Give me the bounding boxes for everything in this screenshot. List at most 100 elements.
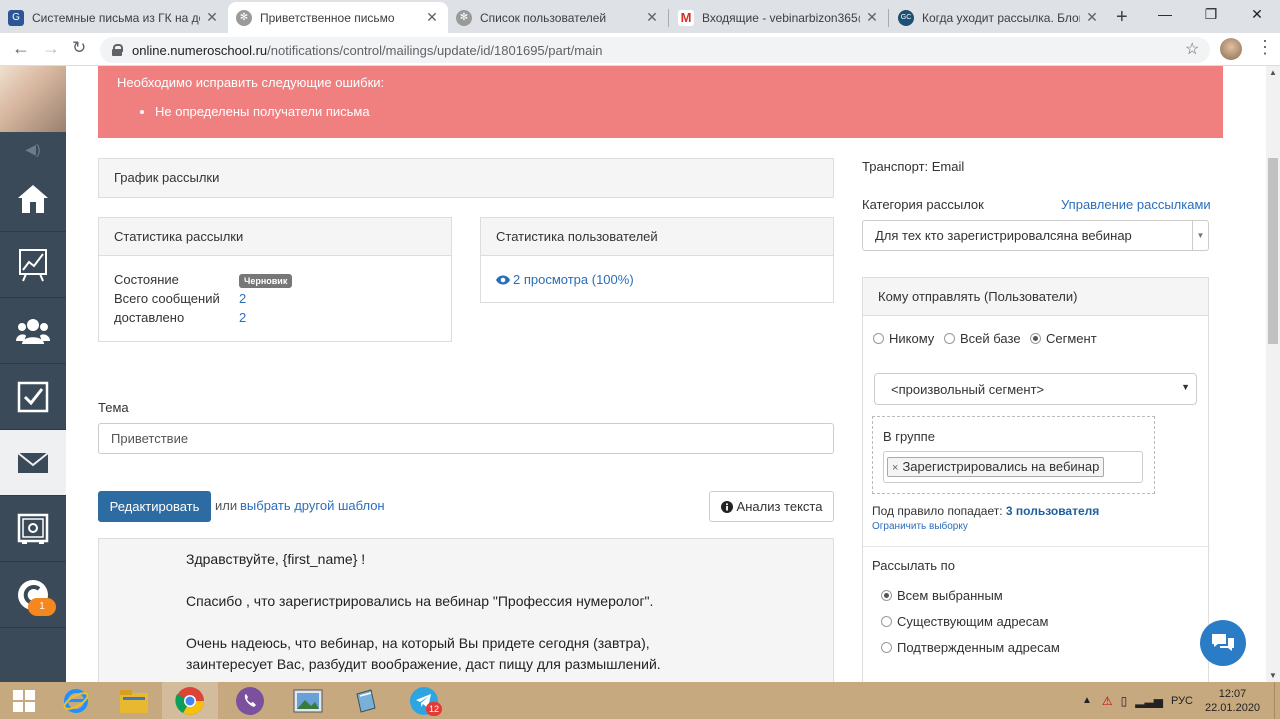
chat-widget-button[interactable] [1200,620,1246,666]
profile-avatar[interactable] [1220,38,1242,60]
restore-button[interactable]: ❐ [1188,0,1234,30]
delivered-value-link[interactable]: 2 [239,310,246,325]
close-tab-icon[interactable]: ✕ [1084,9,1100,26]
tab-user-list[interactable]: ✻ Список пользователей ✕ [448,2,668,33]
remove-tag-icon[interactable]: × [892,462,898,474]
error-item: Не определены получатели письма [155,104,1204,119]
site-favicon-icon: ✻ [456,9,472,26]
tab-title: Когда уходит рассылка. Блог G [922,10,1080,25]
radio-checked-icon [881,590,892,601]
start-button[interactable] [0,682,48,719]
manage-mailings-link[interactable]: Управление рассылками [1061,197,1211,212]
scroll-up-icon[interactable]: ▲ [1269,68,1277,77]
total-value-link[interactable]: 2 [239,291,246,306]
limit-selection-link[interactable]: Ограничить выборку [872,521,968,532]
taskbar-explorer[interactable] [106,682,162,719]
tab-gmail-inbox[interactable]: M Входящие - vebinarbizon365@ ✕ [670,2,888,33]
browser-tab-bar: G Системные письма из ГК на до ✕ ✻ Приве… [0,0,1280,33]
network-warning-icon[interactable]: ⚠ [1102,694,1113,708]
or-text: или [215,498,238,513]
taskbar-photos[interactable] [280,682,336,719]
user-stats-panel: Статистика пользователей 2 просмотра (10… [480,217,834,303]
letter-greeting: Здравствуйте, {first_name} ! [186,551,366,567]
analyze-text-button[interactable]: Анализ текста [709,491,834,522]
scroll-down-icon[interactable]: ▼ [1269,671,1277,680]
battery-icon[interactable]: ▯ [1121,694,1128,708]
taskbar-chrome[interactable] [162,682,218,719]
close-tab-icon[interactable]: ✕ [864,9,880,26]
close-tab-icon[interactable]: ✕ [644,9,660,26]
close-tab-icon[interactable]: ✕ [204,9,220,26]
radio-label: Существующим адресам [897,614,1049,629]
notebook-icon [356,688,376,713]
browser-menu-icon[interactable]: ⋮ [1256,37,1274,58]
views-link[interactable]: 2 просмотра (100%) [496,272,634,287]
group-tag-input[interactable]: × Зарегистрировались на вебинар [883,451,1143,483]
mailing-stats-title: Статистика рассылки [99,218,451,256]
page-scrollbar[interactable]: ▲ ▼ [1266,66,1280,682]
sidebar-item-home[interactable] [0,166,66,232]
sidebar-item-safe[interactable] [0,496,66,562]
url-path: /notifications/control/mailings/update/i… [267,42,603,58]
analyze-label: Анализ текста [736,499,823,514]
signal-icon[interactable]: ▂▃▅ [1135,694,1163,708]
rule-summary: Под правило попадает: 3 пользователя [872,504,1099,518]
reload-icon[interactable]: ↻ [72,38,86,58]
segment-value: <произвольный сегмент> [891,381,1045,397]
category-select[interactable]: Для тех кто зарегистрировалсяна вебинар … [862,220,1209,251]
taskbar-viber[interactable] [222,682,278,719]
recipients-title: Кому отправлять (Пользователи) [863,278,1208,316]
subject-input[interactable]: Приветствие [98,423,834,454]
back-icon[interactable]: ← [12,38,30,59]
radio-label: Подтвержденным адресам [897,640,1060,655]
forward-icon[interactable]: → [42,38,60,59]
close-window-button[interactable]: ✕ [1234,0,1280,30]
scroll-thumb[interactable] [1268,158,1278,344]
choose-template-link[interactable]: выбрать другой шаблон [240,498,385,513]
sidebar-item-users[interactable] [0,298,66,364]
radio-segment[interactable]: Сегмент [1030,331,1097,346]
category-value: Для тех кто зарегистрировалсяна вебинар [875,228,1132,243]
sound-icon[interactable]: ◀) [0,132,66,166]
show-desktop-button[interactable] [1274,682,1276,719]
taskbar-telegram[interactable]: 12 [396,682,452,719]
tab-welcome-letter[interactable]: ✻ Приветственное письмо ✕ [228,2,448,33]
segment-select[interactable]: <произвольный сегмент> ▼ [874,373,1197,405]
radio-icon [873,333,884,344]
viber-icon [236,686,264,715]
radio-send-all[interactable]: Всем выбранным [881,588,1003,603]
close-tab-icon[interactable]: ✕ [424,9,440,26]
taskbar-ie[interactable] [48,682,104,719]
sidebar-item-tasks[interactable] [0,364,66,430]
schedule-panel[interactable]: График рассылки [98,158,834,198]
group-label: В группе [883,429,935,444]
tray-expand-icon[interactable]: ▲ [1082,695,1092,706]
radio-send-existing[interactable]: Существующим адресам [881,614,1048,629]
envelope-icon [17,451,49,473]
rule-count-link[interactable]: 3 пользователя [1006,504,1099,518]
radio-label: Сегмент [1046,331,1097,346]
divider [863,546,1210,547]
tab-system-letters[interactable]: G Системные письма из ГК на до ✕ [0,2,228,33]
user-avatar[interactable] [0,66,66,132]
radio-none[interactable]: Никому [873,331,934,346]
bookmark-star-icon[interactable]: ☆ [1185,39,1199,59]
new-tab-button[interactable]: + [1116,6,1128,29]
mailing-stats-panel: Статистика рассылки Состояние Черновик В… [98,217,452,342]
tab-blog[interactable]: GC Когда уходит рассылка. Блог G ✕ [890,2,1108,33]
edit-button[interactable]: Редактировать [98,491,211,522]
language-indicator[interactable]: РУС [1171,695,1193,707]
letter-preview[interactable]: Здравствуйте, {first_name} ! Спасибо , ч… [98,538,834,682]
tab-title: Список пользователей [480,10,607,25]
radio-all[interactable]: Всей базе [944,331,1021,346]
taskbar-notes[interactable] [338,682,394,719]
radio-send-confirmed[interactable]: Подтвержденным адресам [881,640,1060,655]
sidebar-item-messages[interactable] [0,430,66,496]
chrome-icon [175,686,204,715]
clock[interactable]: 12:07 22.01.2020 [1205,687,1260,715]
sidebar-item-chat[interactable]: 1 [0,562,66,628]
folder-icon [120,689,148,713]
sidebar-item-analytics[interactable] [0,232,66,298]
minimize-button[interactable]: — [1142,0,1188,30]
address-bar[interactable]: online.numeroschool.ru/notifications/con… [100,37,1210,63]
